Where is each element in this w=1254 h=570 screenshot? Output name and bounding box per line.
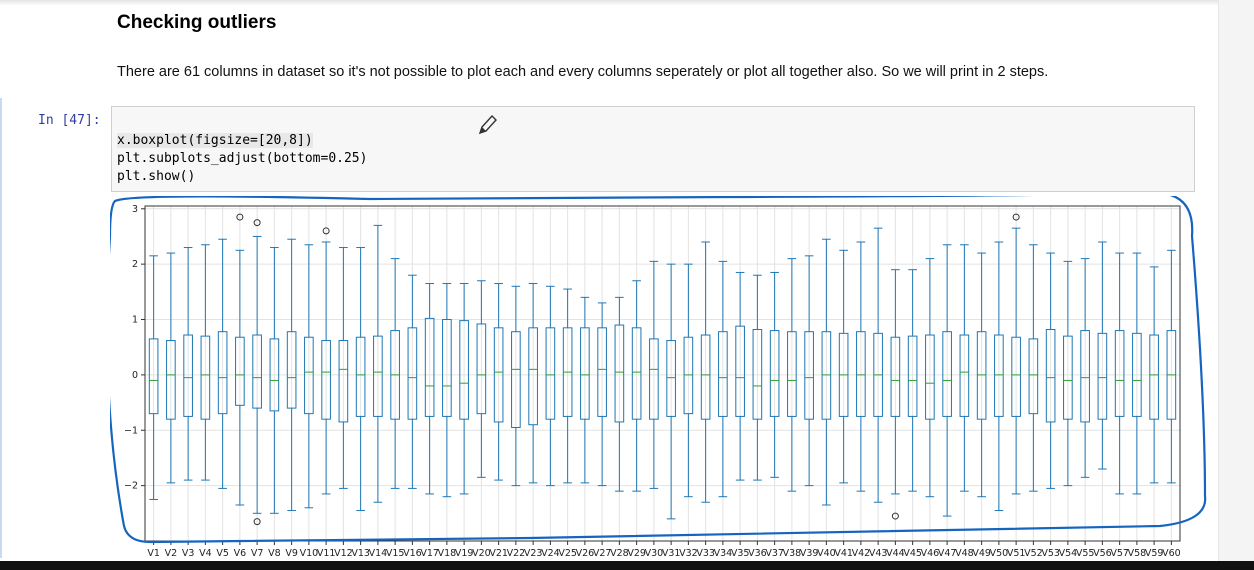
x-tick-label: V40 — [817, 548, 836, 559]
x-tick-label: V36 — [748, 548, 767, 559]
x-tick-label: V9 — [285, 548, 298, 559]
x-tick-label: V2 — [165, 548, 178, 559]
y-tick-label: −2 — [124, 481, 138, 492]
x-tick-label: V10 — [300, 548, 319, 559]
y-tick-label: 2 — [132, 259, 138, 270]
tick-layer: V1 V2 V3 V4 V5 V6 V7 V8 V9 V10V11V12V13V14V15V16V… — [124, 204, 1181, 559]
x-tick-label: V7 — [251, 548, 264, 559]
x-tick-label: V19 — [455, 548, 474, 559]
x-tick-label: V6 — [234, 548, 247, 559]
code-line[interactable]: plt.show() — [117, 168, 195, 186]
x-tick-label: V39 — [800, 548, 819, 559]
x-tick-label: V32 — [679, 548, 698, 559]
x-tick-label: V48 — [955, 548, 974, 559]
x-tick-label: V51 — [1007, 548, 1026, 559]
x-tick-label: V27 — [593, 548, 612, 559]
x-tick-label: V1 — [147, 548, 160, 559]
code-line[interactable]: plt.subplots_adjust(bottom=0.25) — [117, 150, 367, 168]
y-tick-label: 0 — [132, 370, 138, 381]
cell-prompt: In [47]: — [38, 113, 101, 128]
x-tick-label: V14 — [369, 548, 388, 559]
boxplot-output: V1 V2 V3 V4 V5 V6 V7 V8 V9 V10V11V12V13V14V15V16V… — [110, 196, 1207, 559]
x-tick-label: V52 — [1024, 548, 1043, 559]
section-heading: Checking outliers — [117, 12, 277, 33]
x-tick-label: V13 — [351, 548, 370, 559]
x-tick-label: V59 — [1145, 548, 1164, 559]
x-tick-label: V8 — [268, 548, 281, 559]
x-tick-label: V26 — [576, 548, 595, 559]
x-tick-label: V30 — [645, 548, 664, 559]
x-tick-label: V45 — [903, 548, 922, 559]
x-tick-label: V46 — [921, 548, 940, 559]
x-tick-label: V16 — [403, 548, 422, 559]
top-shadow — [0, 0, 1254, 6]
x-tick-label: V18 — [438, 548, 457, 559]
x-tick-label: V42 — [852, 548, 871, 559]
x-tick-label: V29 — [627, 548, 646, 559]
x-tick-label: V34 — [714, 548, 733, 559]
x-tick-label: V49 — [972, 548, 991, 559]
x-tick-label: V25 — [558, 548, 577, 559]
code-line[interactable]: x.boxplot(figsize=[20,8]) — [117, 132, 313, 150]
x-tick-label: V43 — [869, 548, 888, 559]
x-tick-label: V5 — [216, 548, 229, 559]
x-tick-label: V3 — [182, 548, 195, 559]
box-layer — [148, 213, 1177, 526]
x-tick-label: V20 — [472, 548, 491, 559]
y-tick-label: 1 — [132, 315, 138, 326]
pencil-cursor-icon — [478, 114, 497, 135]
x-tick-label: V28 — [610, 548, 629, 559]
x-tick-label: V24 — [541, 548, 560, 559]
grid-layer — [145, 206, 1180, 541]
x-tick-label: V56 — [1093, 548, 1112, 559]
x-tick-label: V55 — [1076, 548, 1095, 559]
x-tick-label: V53 — [1041, 548, 1060, 559]
x-tick-label: V15 — [386, 548, 405, 559]
x-tick-label: V50 — [990, 548, 1009, 559]
y-tick-label: 3 — [132, 204, 138, 215]
x-tick-label: V54 — [1059, 548, 1078, 559]
plot-frame — [144, 205, 1181, 542]
x-tick-label: V60 — [1162, 548, 1181, 559]
x-tick-label: V44 — [886, 548, 905, 559]
x-tick-label: V35 — [731, 548, 750, 559]
y-tick-label: −1 — [124, 425, 138, 436]
x-tick-label: V47 — [938, 548, 957, 559]
x-tick-label: V23 — [524, 548, 543, 559]
bottom-bar — [0, 561, 1254, 570]
x-tick-label: V17 — [420, 548, 439, 559]
x-tick-label: V22 — [507, 548, 526, 559]
x-tick-label: V38 — [783, 548, 802, 559]
x-tick-label: V12 — [334, 548, 353, 559]
code-editor[interactable]: x.boxplot(figsize=[20,8]) plt.subplots_a… — [111, 106, 1195, 192]
x-tick-label: V21 — [489, 548, 508, 559]
x-tick-label: V4 — [199, 548, 212, 559]
x-tick-label: V11 — [317, 548, 336, 559]
section-description: There are 61 columns in dataset so it's … — [117, 64, 1049, 80]
x-tick-label: V33 — [696, 548, 715, 559]
x-tick-label: V58 — [1128, 548, 1147, 559]
x-tick-label: V41 — [834, 548, 853, 559]
x-tick-label: V31 — [662, 548, 681, 559]
x-tick-label: V57 — [1110, 548, 1129, 559]
x-tick-label: V37 — [765, 548, 784, 559]
scrollbar-track[interactable] — [1218, 0, 1254, 570]
